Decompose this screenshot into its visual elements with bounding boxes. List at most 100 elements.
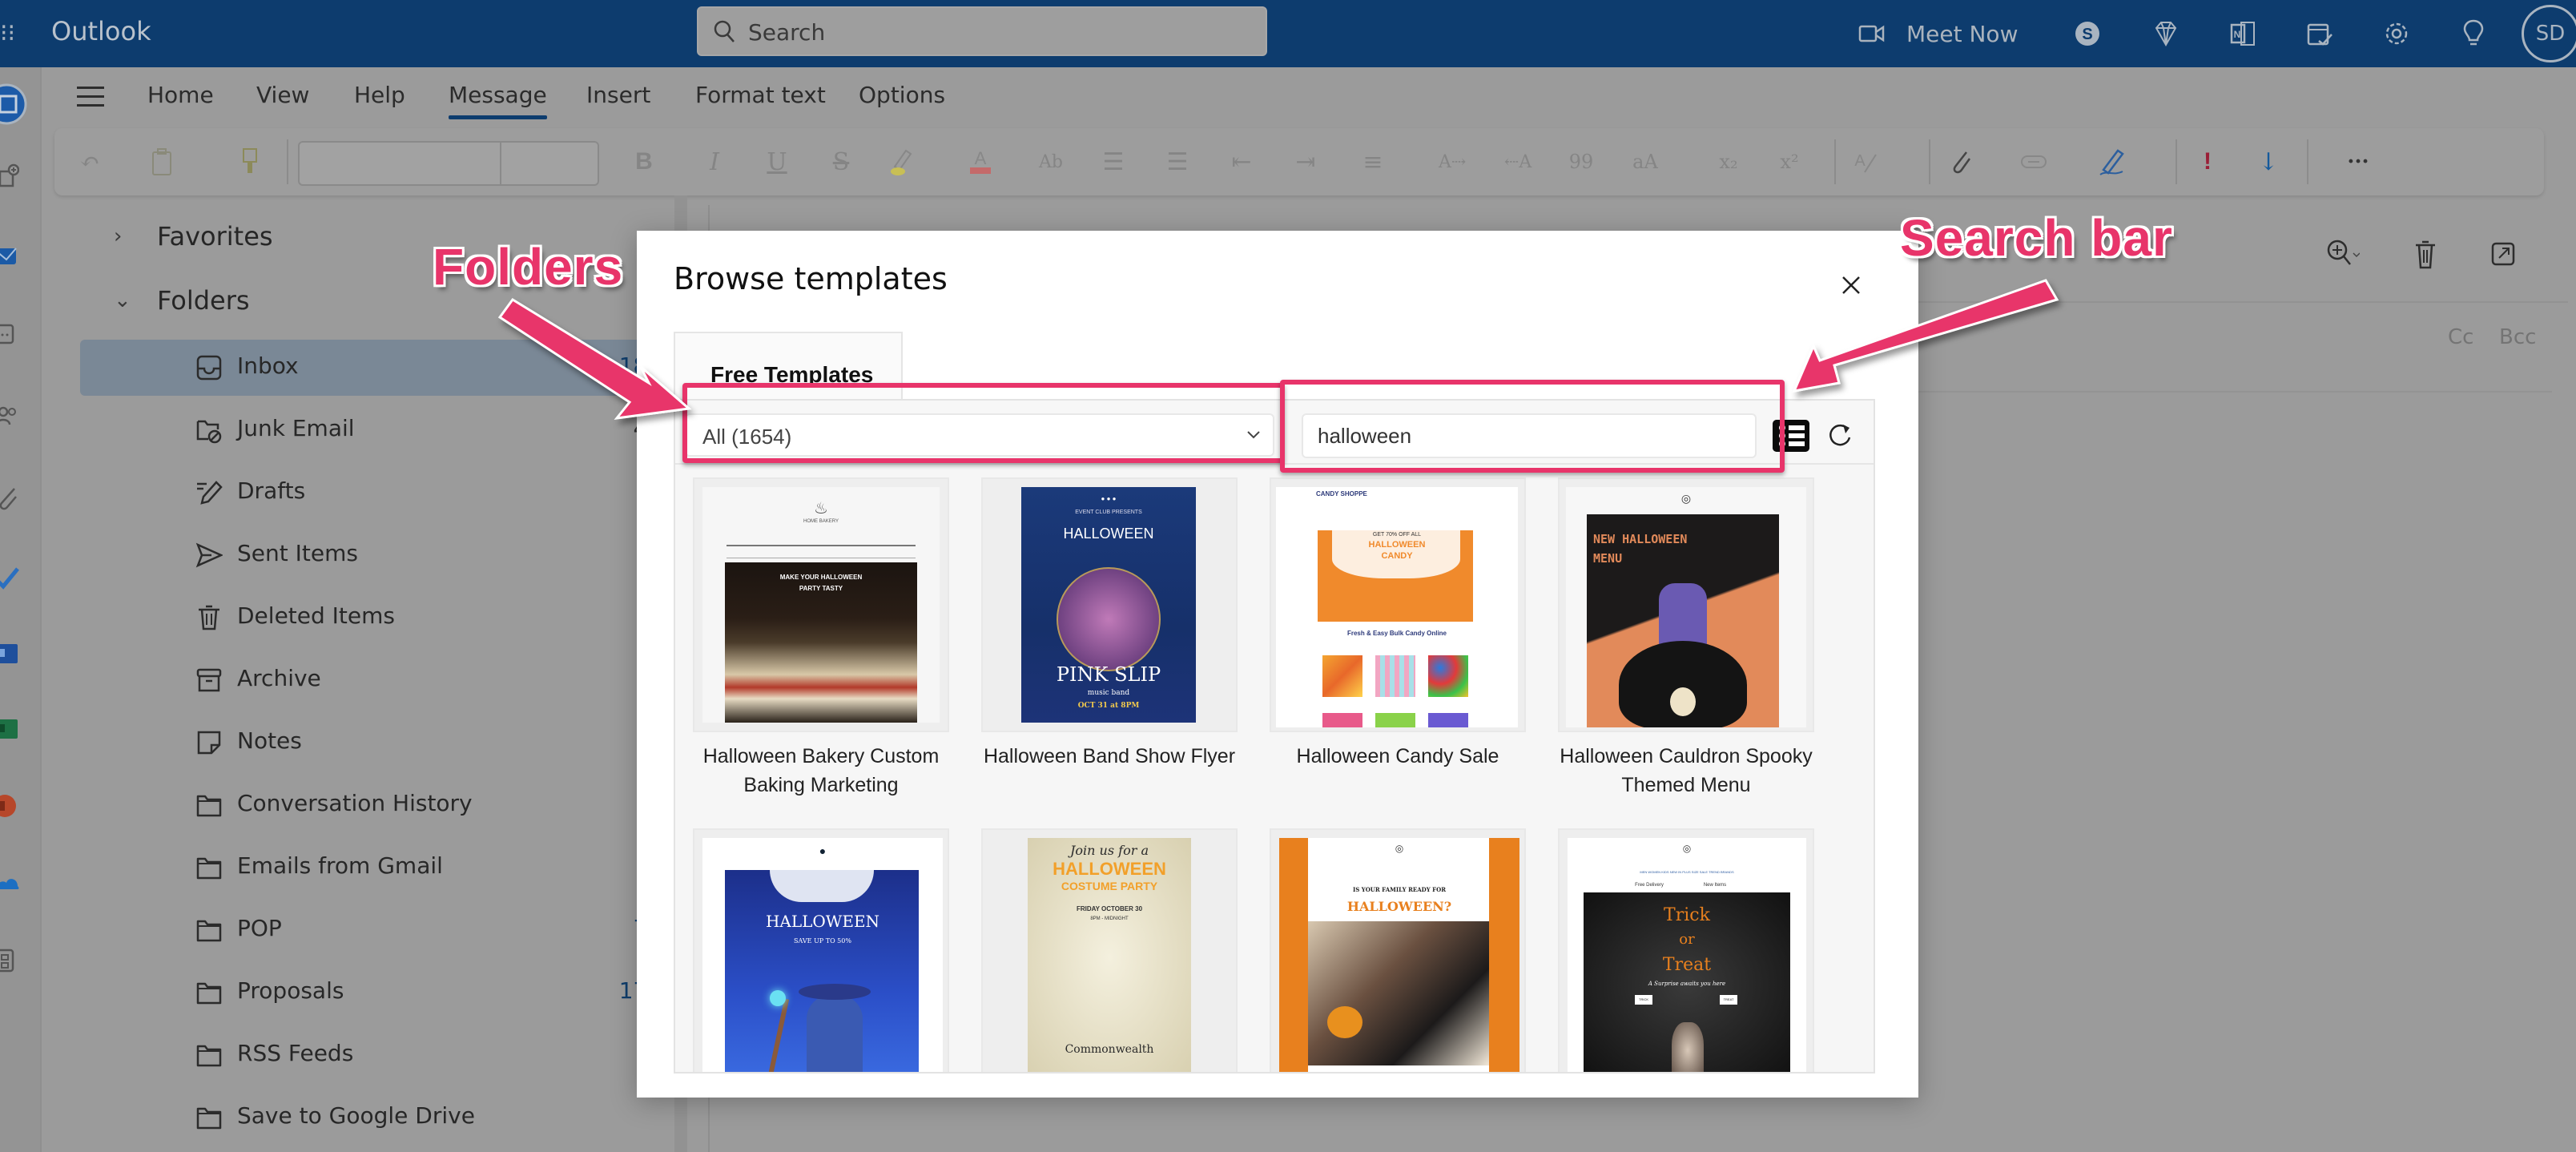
skype-icon[interactable]: S [2068, 14, 2107, 53]
italic-button[interactable]: I [702, 146, 727, 178]
template-thumbnail[interactable]: ◎ NEW HALLOWEEN MENU [1558, 477, 1814, 732]
excel-icon[interactable] [0, 716, 19, 742]
strikethrough-button[interactable]: S [828, 146, 854, 178]
folder-icon [196, 857, 222, 880]
folder-item-drafts[interactable]: Drafts47 [80, 465, 676, 521]
decrease-indent-icon[interactable]: ⇤ [1229, 146, 1254, 178]
pop-out-icon[interactable] [2486, 237, 2522, 272]
bullets-icon[interactable]: ☰ [1101, 146, 1126, 178]
superscript-icon[interactable]: x² [1777, 146, 1802, 178]
ltr-icon[interactable]: A⇢ [1439, 146, 1466, 178]
folder-item-conversation-history[interactable]: Conversation History [80, 777, 676, 833]
tab-insert[interactable]: Insert [586, 82, 650, 108]
template-thumbnail[interactable]: ● ● ● EVENT CLUB PRESENTS HALLOWEEN PINK… [981, 477, 1238, 732]
template-thumbnail[interactable]: ◎ MEN WOMEN KIDS NEW IN PLUS SIZE SALE T… [1558, 828, 1814, 1072]
underline-button[interactable]: U [764, 146, 790, 178]
calendar-icon[interactable] [0, 320, 19, 346]
more-options-icon[interactable]: ··· [2345, 146, 2371, 178]
template-thumbnail[interactable]: CANDY SHOPPE GET 70% OFF ALL HALLOWEEN C… [1270, 477, 1526, 732]
app-launcher-icon[interactable]: ⁝⁝ [0, 19, 16, 48]
insert-link-icon[interactable] [2020, 146, 2047, 178]
thumbnail-graphic [1375, 655, 1415, 697]
folder-name: POP [237, 915, 282, 941]
global-search-box[interactable]: Search [697, 6, 1267, 56]
tab-home[interactable]: Home [147, 82, 214, 108]
folder-item-notes[interactable]: Notes [80, 715, 676, 771]
mail-icon[interactable] [0, 244, 19, 269]
clear-formatting-icon[interactable]: Ab [1038, 146, 1064, 178]
rtl-icon[interactable]: ⇠A [1504, 146, 1532, 178]
powerpoint-icon[interactable] [0, 793, 19, 819]
ribbon-tabs: Home View Help Message Insert Format tex… [42, 67, 2576, 125]
align-icon[interactable]: ≡ [1360, 146, 1386, 178]
hamburger-menu-icon[interactable] [77, 87, 104, 107]
account-avatar[interactable]: SD [2522, 5, 2576, 62]
quote-icon[interactable]: 99 [1568, 146, 1594, 178]
folder-item-save-to-google-drive[interactable]: Save to Google Drive [80, 1090, 676, 1146]
bcc-button[interactable]: Bcc [2499, 325, 2536, 349]
thumbnail-graphic [1375, 713, 1415, 727]
refresh-icon[interactable] [1824, 418, 1856, 450]
people-icon[interactable] [0, 404, 19, 429]
template-thumbnail[interactable]: ◎ IS YOUR FAMILY READY FOR HALLOWEEN? [1270, 828, 1526, 1072]
svg-text:N: N [2234, 29, 2241, 40]
folder-item-pop[interactable]: POP744 [80, 902, 676, 958]
folder-name: Sent Items [237, 540, 358, 566]
folder-item-rss-feeds[interactable]: RSS Feeds [80, 1027, 676, 1083]
styles-icon[interactable]: A [1852, 146, 1879, 178]
more-apps-icon[interactable] [0, 947, 19, 973]
tab-message[interactable]: Message [449, 82, 547, 119]
signature-icon[interactable] [2099, 146, 2126, 178]
tips-lightbulb-icon[interactable] [2454, 14, 2493, 53]
folder-item-emails-from-gmail[interactable]: Emails from Gmail [80, 840, 676, 896]
attach-file-icon[interactable] [1948, 146, 1974, 178]
todo-icon[interactable] [2300, 14, 2339, 53]
zoom-in-icon[interactable] [2324, 237, 2360, 272]
todo-app-icon[interactable] [0, 564, 19, 590]
tab-options[interactable]: Options [859, 82, 945, 108]
change-case-icon[interactable]: aA [1632, 146, 1658, 178]
template-title[interactable]: Halloween Cauldron Spooky Themed Menu [1550, 742, 1822, 800]
onedrive-icon[interactable] [0, 870, 19, 896]
attachments-icon[interactable] [0, 485, 19, 511]
template-thumbnail[interactable]: ♨ HOME BAKERY MAKE YOUR HALLOWEEN PARTY … [693, 477, 949, 732]
discard-trash-icon[interactable] [2408, 237, 2443, 272]
meet-now-button[interactable]: Meet Now [1858, 0, 2018, 67]
tab-help[interactable]: Help [354, 82, 405, 108]
folder-item-archive[interactable]: Archive [80, 652, 676, 708]
folder-item-proposals[interactable]: Proposals1763 [80, 965, 676, 1021]
outlook-logo-icon[interactable] [0, 83, 29, 125]
subscript-icon[interactable]: x₂ [1716, 146, 1741, 178]
highlight-icon[interactable] [889, 146, 915, 178]
settings-gear-icon[interactable] [2377, 14, 2416, 53]
bold-button[interactable]: B [631, 146, 657, 178]
format-painter-icon[interactable] [237, 146, 263, 178]
thumbnail-graphic: SAVE UP TO 50% [794, 937, 851, 945]
folder-item-junk-email[interactable]: Junk Email455 [80, 402, 676, 458]
template-thumbnail[interactable]: ● HALLOWEEN SAVE UP TO 50% [693, 828, 949, 1072]
high-importance-icon[interactable]: ! [2195, 146, 2220, 178]
onenote-icon[interactable]: N [2224, 14, 2262, 53]
undo-icon[interactable]: ↶ [77, 146, 103, 178]
template-title[interactable]: Halloween Band Show Flyer [973, 742, 1246, 771]
tab-view[interactable]: View [256, 82, 309, 108]
tab-format-text[interactable]: Format text [695, 82, 826, 108]
paste-icon[interactable] [149, 146, 175, 178]
folder-item-deleted-items[interactable]: Deleted Items [80, 590, 676, 646]
low-importance-icon[interactable]: ↓ [2256, 146, 2281, 178]
cc-button[interactable]: Cc [2448, 325, 2473, 349]
word-icon[interactable] [0, 641, 19, 667]
new-mail-icon[interactable] [0, 163, 19, 189]
thumbnail-graphic: NEW HALLOWEEN [1593, 532, 1688, 546]
numbering-icon[interactable]: ☰ [1165, 146, 1190, 178]
close-icon[interactable] [1838, 272, 1864, 298]
template-title[interactable]: Halloween Candy Sale [1262, 742, 1534, 771]
template-thumbnail[interactable]: Join us for a HALLOWEEN COSTUME PARTY FR… [981, 828, 1238, 1072]
premium-diamond-icon[interactable] [2147, 14, 2185, 53]
increase-indent-icon[interactable]: ⇥ [1293, 146, 1318, 178]
template-title[interactable]: Halloween Bakery Custom Baking Marketing [685, 742, 957, 800]
font-name-size-select[interactable] [298, 141, 599, 186]
font-color-icon[interactable]: A [968, 146, 993, 178]
folder-item-sent-items[interactable]: Sent Items [80, 527, 676, 583]
folder-item-inbox[interactable]: Inbox1840 [80, 340, 676, 396]
